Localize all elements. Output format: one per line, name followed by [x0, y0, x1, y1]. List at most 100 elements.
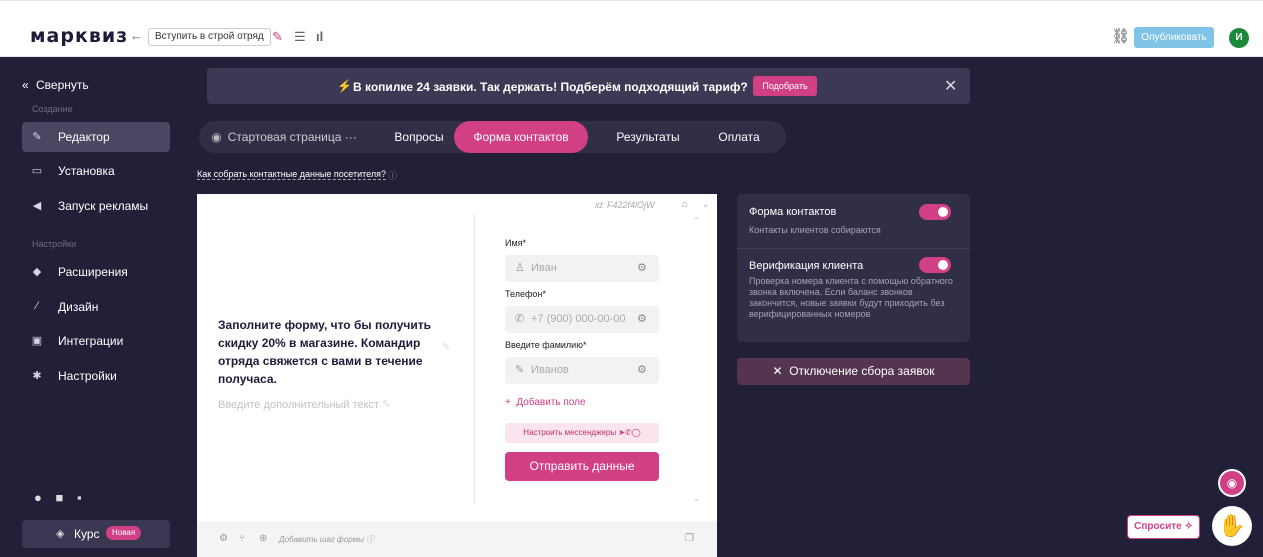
- tab-results[interactable]: Результаты: [603, 121, 693, 153]
- add-step-button[interactable]: Добавить шаг формы ⓘ: [279, 534, 374, 545]
- copy-icon[interactable]: ❐: [685, 533, 694, 544]
- add-step-label: Добавить шаг формы: [279, 535, 364, 544]
- preview-eye-button[interactable]: ◉: [1218, 469, 1246, 497]
- graduation-cap-icon: ◈: [56, 528, 65, 540]
- upgrade-banner: ⚡ В копилке 24 заявки. Так держать! Подб…: [207, 68, 970, 104]
- sidebar-item-integrations[interactable]: ▣ Интеграции: [22, 326, 170, 356]
- chevron-down-icon[interactable]: ⌄: [702, 199, 710, 210]
- phone-field-label: Телефон*: [505, 289, 546, 299]
- gear-icon[interactable]: ⚙: [219, 533, 228, 544]
- sidebar-item-extensions[interactable]: ◆ Расширения: [22, 257, 170, 287]
- form-settings-panel: Форма контактов Контакты клиентов собира…: [737, 194, 970, 342]
- pencil-icon[interactable]: ✎: [442, 342, 450, 353]
- branch-icon[interactable]: ⑂: [239, 533, 245, 544]
- verification-toggle[interactable]: [919, 257, 951, 273]
- lightbulb-icon[interactable]: ●: [34, 490, 42, 505]
- home-icon[interactable]: ⌂: [682, 199, 688, 210]
- scroll-down-icon[interactable]: ⌄: [693, 494, 700, 503]
- sidebar-item-label: Расширения: [58, 265, 128, 279]
- preview-footer: ⚙ ⑂ ⊕ Добавить шаг формы ⓘ ❐: [197, 521, 717, 557]
- edit-pencil-icon[interactable]: ✎: [272, 29, 283, 45]
- sidebar-item-label: Редактор: [58, 130, 110, 144]
- sidebar-item-ads[interactable]: ◀ Запуск рекламы: [22, 191, 170, 221]
- sidebar: « Свернуть Создание ✎ Редактор ▭ Установ…: [0, 57, 180, 557]
- list-icon[interactable]: ☰: [294, 29, 306, 45]
- messengers-button[interactable]: Настроить мессенджеры ➤✆◯: [505, 423, 659, 443]
- integrations-icon: ▣: [31, 335, 43, 347]
- sidebar-item-editor[interactable]: ✎ Редактор: [22, 122, 170, 152]
- folder-icon[interactable]: ■: [55, 490, 63, 505]
- extra-text-label: Введите дополнительный текст: [218, 399, 380, 411]
- sparkle-icon: ✧: [1184, 521, 1193, 532]
- disable-label: Отключение сбора заявок: [789, 364, 935, 378]
- puzzle-icon: ◆: [32, 266, 42, 278]
- close-icon: ✕: [772, 364, 783, 378]
- contact-form-toggle[interactable]: [919, 204, 951, 220]
- help-icon[interactable]: ▪: [77, 490, 82, 505]
- sidebar-item-settings[interactable]: ✱ Настройки: [22, 361, 170, 391]
- tab-questions[interactable]: Вопросы: [384, 121, 454, 153]
- form-preview: id: F422f4lOjW ⌂ ⌄ ⌃ ⌄ Заполните форму, …: [197, 194, 717, 557]
- sidebar-item-install[interactable]: ▭ Установка: [22, 156, 170, 186]
- avatar[interactable]: И: [1229, 28, 1249, 48]
- surname-field[interactable]: ✎ Иванов ⚙: [505, 357, 659, 384]
- pick-tariff-button[interactable]: Подобрать: [753, 76, 817, 96]
- tab-contact-form[interactable]: Форма контактов: [454, 121, 588, 153]
- eye-icon: ◉: [1226, 476, 1238, 490]
- collapse-label: Свернуть: [36, 78, 89, 92]
- ask-button[interactable]: Спросите ✧: [1127, 515, 1200, 539]
- stats-icon[interactable]: ıl: [316, 29, 323, 44]
- gear-icon[interactable]: ⚙: [637, 312, 647, 325]
- plus-circle-icon[interactable]: ⊕: [259, 533, 267, 544]
- publish-button[interactable]: Опубликовать: [1134, 27, 1214, 48]
- new-badge: Новая: [106, 526, 142, 540]
- course-button[interactable]: ◈ Курс Новая: [22, 520, 170, 548]
- toggle-knob: [938, 207, 948, 217]
- collapse-sidebar-button[interactable]: « Свернуть: [22, 78, 89, 92]
- surname-placeholder: Иванов: [531, 364, 569, 376]
- pencil-icon: ✎: [382, 399, 392, 411]
- tab-payment[interactable]: Оплата: [709, 121, 769, 153]
- gear-icon[interactable]: ⚙: [637, 261, 647, 274]
- info-icon[interactable]: ⓘ: [388, 169, 397, 182]
- gear-icon: ✱: [32, 370, 42, 382]
- banner-text: В копилке 24 заявки. Так держать! Подбер…: [353, 80, 748, 94]
- submit-button[interactable]: Отправить данные: [505, 452, 659, 481]
- tab-start-page[interactable]: ◉ Стартовая страница ···: [209, 121, 359, 153]
- name-field[interactable]: ♙ Иван ⚙: [505, 255, 659, 282]
- course-label: Курс: [74, 527, 100, 541]
- phone-field[interactable]: ✆ +7 (900) 000-00-00 ⚙: [505, 306, 659, 333]
- link-icon[interactable]: ⛓: [1111, 27, 1130, 45]
- toggle-knob: [938, 260, 948, 270]
- back-arrow-icon[interactable]: ←: [130, 28, 143, 43]
- main-area: ⚡ В копилке 24 заявки. Так держать! Подб…: [180, 57, 1263, 557]
- quiz-name[interactable]: Вступить в строй отряд: [148, 28, 271, 46]
- extra-text-placeholder[interactable]: Введите дополнительный текст ✎: [218, 398, 391, 411]
- sidebar-item-label: Интеграции: [58, 334, 124, 348]
- close-icon[interactable]: ✕: [944, 76, 957, 96]
- lightning-icon: ⚡: [337, 79, 352, 93]
- waving-hand-icon[interactable]: ✋: [1212, 506, 1252, 546]
- tab-bar: ◉ Стартовая страница ··· Вопросы Форма ко…: [199, 121, 786, 153]
- gear-icon[interactable]: ⚙: [637, 363, 647, 376]
- sidebar-item-design[interactable]: ⁄ Дизайн: [22, 292, 170, 322]
- messenger-icons: ➤✆◯: [618, 428, 641, 437]
- pencil-icon: ✎: [515, 364, 525, 376]
- form-heading[interactable]: Заполните форму, что бы получить скидку …: [218, 316, 438, 388]
- sidebar-item-label: Запуск рекламы: [58, 199, 149, 213]
- form-id: id: F422f4lOjW: [595, 200, 655, 210]
- name-field-label: Имя*: [505, 238, 527, 248]
- add-field-button[interactable]: + Добавить поле: [505, 397, 586, 408]
- pencil-icon: ✎: [32, 131, 42, 143]
- logo[interactable]: марквиз: [30, 25, 128, 47]
- phone-icon: ✆: [515, 313, 525, 325]
- sidebar-item-label: Дизайн: [58, 300, 99, 314]
- double-chevron-left-icon: «: [22, 78, 29, 92]
- name-placeholder: Иван: [531, 262, 557, 274]
- disable-collection-button[interactable]: ✕ Отключение сбора заявок: [737, 358, 970, 385]
- howto-link[interactable]: Как собрать контактные данные посетителя…: [197, 169, 386, 180]
- scroll-up-icon[interactable]: ⌃: [693, 216, 700, 225]
- megaphone-icon: ◀: [32, 200, 42, 212]
- sidebar-item-label: Установка: [58, 164, 115, 178]
- verification-desc: Проверка номера клиента с помощью обратн…: [749, 276, 953, 319]
